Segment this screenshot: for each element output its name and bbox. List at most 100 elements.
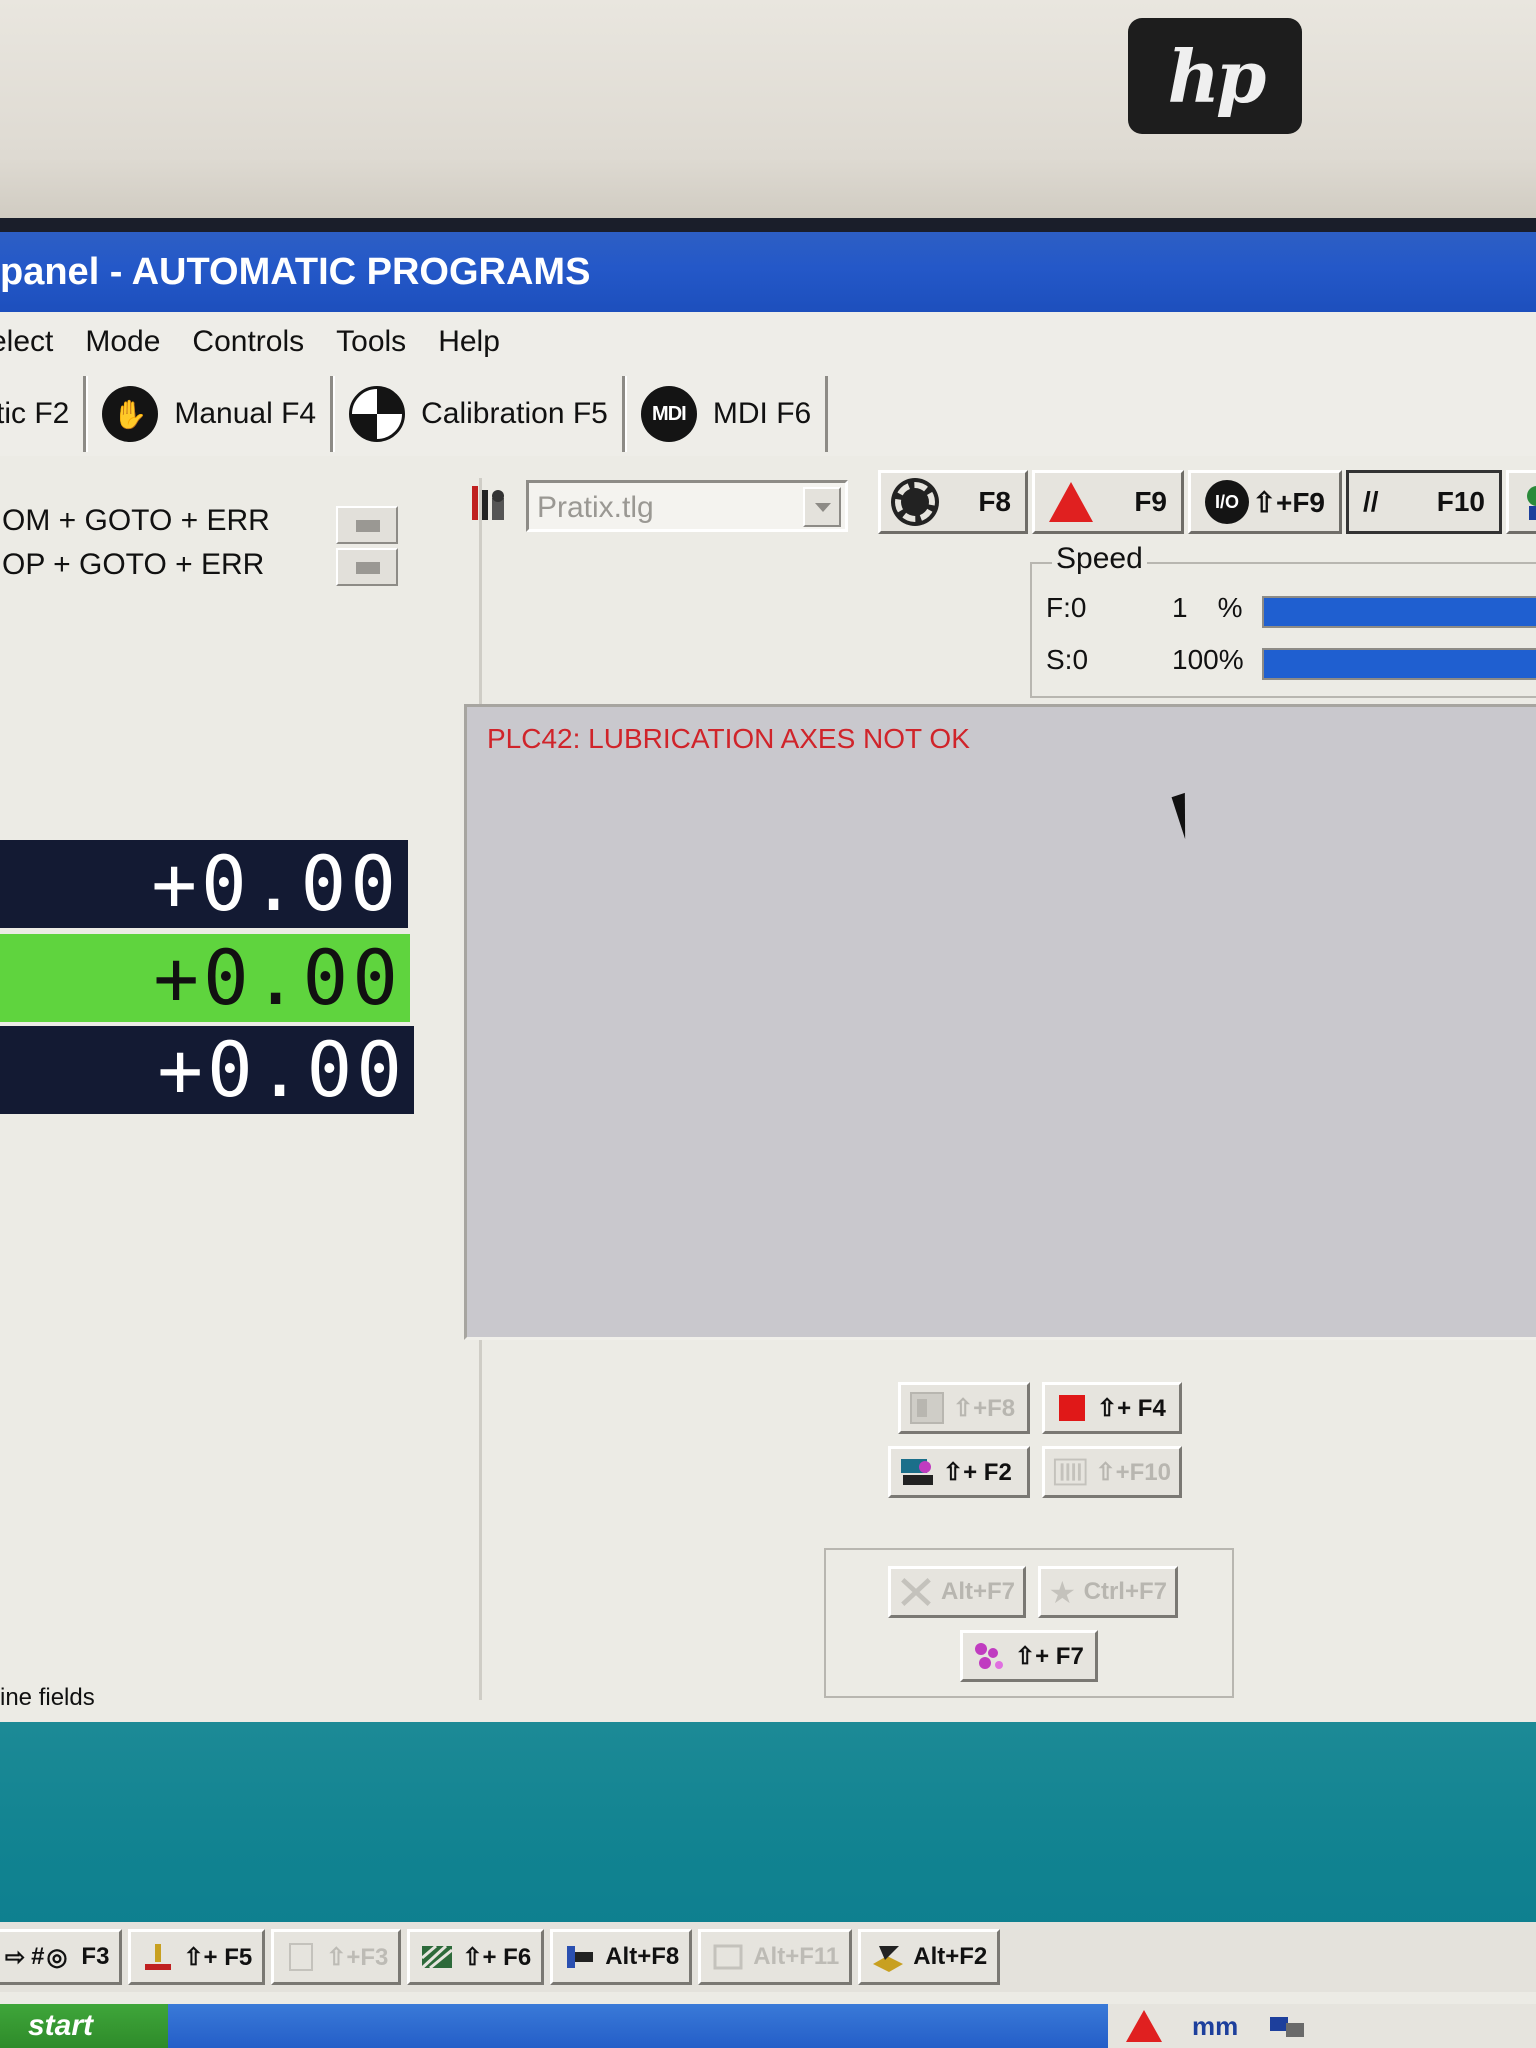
- condition-line: OP + GOTO + ERR: [2, 548, 265, 581]
- feed-override-fill: [1264, 598, 1536, 626]
- io-icon: I/O: [1205, 480, 1249, 524]
- f10-button[interactable]: // F10: [1346, 470, 1502, 534]
- cut-icon: [901, 1577, 931, 1607]
- shift-f2-button[interactable]: ⇧+ F2: [888, 1446, 1030, 1498]
- alt-f7-label: Alt+F7: [940, 1578, 1015, 1605]
- warning-icon[interactable]: [1126, 2010, 1162, 2042]
- f3-button[interactable]: ⇨ # ◎ F3: [0, 1929, 123, 1985]
- machine-icon: [901, 1459, 933, 1485]
- f8-label: F8: [978, 486, 1011, 517]
- ctrl-f7-label: Ctrl+F7: [1083, 1578, 1167, 1605]
- start-button[interactable]: start: [0, 2004, 168, 2048]
- alt-f11-label: Alt+F11: [753, 1943, 840, 1970]
- menu-select[interactable]: elect: [0, 325, 53, 359]
- program-icon: [910, 1392, 944, 1424]
- shift-f8-label: ⇧+F8: [953, 1394, 1016, 1422]
- scroll-down-button[interactable]: [336, 548, 398, 586]
- shift-f3-label: ⇧+F3: [326, 1943, 389, 1971]
- calibration-icon: [349, 386, 406, 442]
- menu-mode[interactable]: Mode: [85, 325, 160, 359]
- tab-label: Calibration F5: [421, 397, 608, 430]
- spindle-override-fill: [1264, 650, 1536, 678]
- bottom-toolbar: ⇨ # ◎ F3 ⇧+ F5 ⇧+F3 ⇧+ F6 Alt+F8 Alt+F11…: [0, 1922, 1536, 1992]
- hash-icon: #: [31, 1943, 45, 1970]
- network-icon[interactable]: [1268, 2011, 1308, 2041]
- alt-f8-button[interactable]: Alt+F8: [550, 1929, 693, 1985]
- window-title: panel - AUTOMATIC PROGRAMS: [0, 232, 1536, 312]
- menu-tools[interactable]: Tools: [336, 325, 406, 359]
- feed-label: F:0: [1046, 592, 1087, 623]
- alt-f11-button[interactable]: Alt+F11: [698, 1929, 853, 1985]
- plc-message: PLC42: LUBRICATION AXES NOT OK: [487, 723, 970, 754]
- axes-panel: OM + GOTO + ERR OP + GOTO + ERR +0.00 +0…: [0, 478, 482, 1700]
- target-icon: ◎: [46, 1943, 68, 1971]
- shift-f8-button[interactable]: ⇧+F8: [898, 1382, 1030, 1434]
- speed-group: Speed F:0 1% S:0 100%: [1030, 542, 1536, 698]
- tab-mdi[interactable]: MDI MDI F6: [624, 376, 829, 452]
- spray-icon: [975, 1643, 1003, 1669]
- status-fields-label: ine fields: [0, 1684, 95, 1711]
- barcode-icon: [1053, 1458, 1087, 1486]
- shift-f6-button[interactable]: ⇧+ F6: [407, 1929, 545, 1985]
- shift-f10-button[interactable]: ⇧+F10: [1042, 1446, 1182, 1498]
- menu-controls[interactable]: Controls: [192, 325, 304, 359]
- hand-icon: ✋: [102, 386, 159, 442]
- shift-f6-label: ⇧+ F6: [462, 1943, 532, 1971]
- shift-f10-label: ⇧+F10: [1095, 1458, 1171, 1486]
- star-icon: [1050, 1580, 1075, 1604]
- hp-logo: hp: [1128, 18, 1302, 134]
- units-indicator[interactable]: mm: [1192, 2011, 1238, 2042]
- tab-automatic[interactable]: tic F2: [0, 376, 87, 452]
- feed-percent: 1%: [1172, 592, 1243, 623]
- alt-f7-button[interactable]: Alt+F7: [888, 1566, 1026, 1618]
- skip-icon: //: [1363, 486, 1379, 517]
- monitor-bezel: hp: [0, 0, 1536, 236]
- shift-f3-button[interactable]: ⇧+F3: [271, 1929, 402, 1985]
- f9-button[interactable]: F9: [1032, 470, 1184, 534]
- tool-file-select[interactable]: Pratix.tlg: [526, 480, 848, 532]
- stop-icon: [1059, 1395, 1085, 1421]
- document-icon: [289, 1943, 314, 1971]
- spindle-override-bar[interactable]: [1262, 648, 1536, 680]
- alt-f8-label: Alt+F8: [605, 1943, 680, 1970]
- tab-label: tic F2: [0, 397, 70, 430]
- tab-manual[interactable]: ✋ Manual F4: [86, 376, 334, 452]
- f8-button[interactable]: F8: [878, 470, 1028, 534]
- warning-icon: [1049, 482, 1093, 522]
- ctrl-f7-button[interactable]: Ctrl+F7: [1038, 1566, 1178, 1618]
- tab-label: MDI F6: [712, 397, 812, 430]
- tab-calibration[interactable]: Calibration F5: [333, 376, 625, 452]
- tools-icon[interactable]: [466, 482, 510, 526]
- axis-coordinate: +0.00: [0, 840, 408, 928]
- feed-override-bar[interactable]: [1262, 596, 1536, 628]
- chevron-down-icon[interactable]: [803, 487, 841, 527]
- taskbar: start mm: [0, 2004, 1536, 2048]
- spindle-percent: 100%: [1172, 644, 1244, 675]
- shift-f4-button[interactable]: ⇧+ F4: [1042, 1382, 1182, 1434]
- scroll-up-button[interactable]: [336, 506, 398, 544]
- shift-f9-button[interactable]: I/O ⇧+F9: [1188, 470, 1342, 534]
- probe-icon: [145, 1944, 172, 1970]
- alt-f2-button[interactable]: Alt+F2: [858, 1929, 1001, 1985]
- f3-label: F3: [81, 1943, 110, 1970]
- menu-bar: elect Mode Controls Tools Help: [0, 312, 1536, 372]
- screen: panel - AUTOMATIC PROGRAMS elect Mode Co…: [0, 232, 1536, 2048]
- hatch-icon: [421, 1944, 454, 1970]
- shift-f7-label: ⇧+ F7: [1015, 1642, 1084, 1670]
- shift-f7-button[interactable]: ⇧+ F7: [960, 1630, 1098, 1682]
- axis-coordinate-active: +0.00: [0, 934, 410, 1022]
- system-tray: mm: [1108, 2004, 1536, 2048]
- shift-f5-button[interactable]: ⇧+ F5: [128, 1929, 266, 1985]
- next-function-button[interactable]: [1506, 470, 1536, 534]
- tool-file-value: Pratix.tlg: [537, 491, 654, 524]
- menu-help[interactable]: Help: [438, 325, 500, 359]
- condition-line: OM + GOTO + ERR: [2, 504, 270, 537]
- tab-label: Manual F4: [174, 397, 317, 430]
- desktop-background: [0, 1722, 1536, 1932]
- spindle-label: S:0: [1046, 644, 1089, 675]
- mode-tabs: tic F2 ✋ Manual F4 Calibration F5 MDI MD…: [0, 372, 1536, 456]
- message-area: PLC42: LUBRICATION AXES NOT OK: [464, 704, 1536, 1340]
- grid-icon: [713, 1944, 743, 1970]
- f9-label: F9: [1134, 486, 1167, 517]
- arrow-right-icon: ⇨: [5, 1943, 26, 1971]
